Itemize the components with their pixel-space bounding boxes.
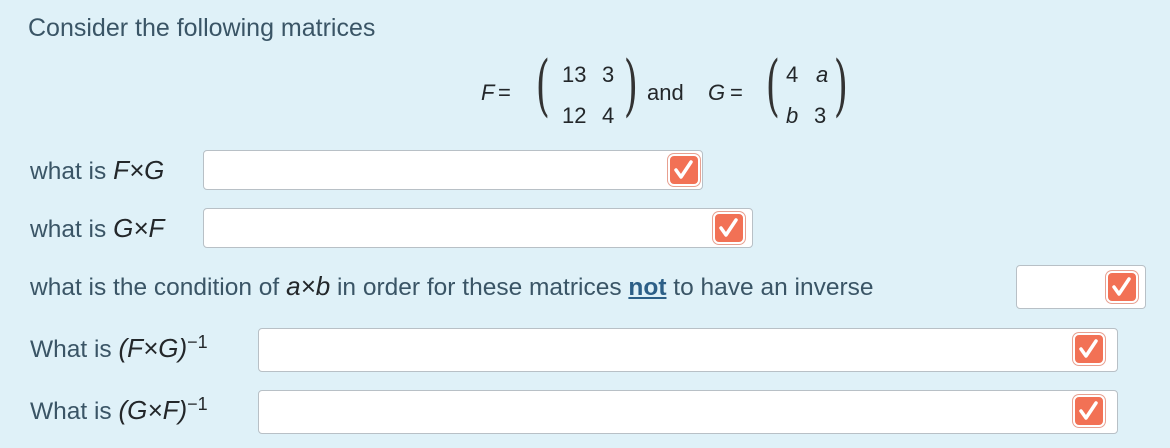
matrix-g-cell-21: b	[786, 103, 799, 128]
checkmark-icon	[1079, 401, 1098, 420]
question-4-label: What is (F×G)−1	[30, 332, 208, 364]
question-1-expr: F×G	[113, 155, 165, 185]
check-button-3[interactable]	[1106, 271, 1138, 303]
question-5-label: What is (G×F)−1	[30, 394, 208, 426]
checkmark-icon	[674, 160, 693, 179]
matrix-f-cell-11: 13	[562, 62, 587, 87]
matrix-g-label: G	[708, 80, 726, 105]
question-5-sup: −1	[187, 394, 208, 414]
matrix-f-left-paren: (	[535, 47, 550, 124]
matrix-g-cell-12: a	[816, 62, 829, 87]
not-emphasis: not	[628, 274, 667, 301]
answer-4-input[interactable]	[258, 328, 1118, 372]
matrix-g-right-paren: )	[833, 47, 848, 124]
matrix-g-left-paren: (	[765, 47, 780, 124]
intro-text: Consider the following matrices	[28, 14, 376, 42]
question-4-expr: (F×G)	[118, 333, 188, 364]
question-2-label: what is G×F	[30, 213, 165, 243]
checkmark-icon	[719, 218, 738, 237]
check-button-1[interactable]	[668, 154, 700, 186]
check-button-5[interactable]	[1073, 395, 1105, 427]
checkmark-icon	[1112, 277, 1131, 296]
matrix-g-equals: =	[730, 80, 743, 105]
checkmark-icon	[1079, 339, 1098, 358]
and-text: and	[647, 80, 684, 105]
matrix-f-cell-22: 4	[602, 103, 615, 128]
question-3-expr: a×b	[286, 271, 331, 301]
matrix-f-equals: =	[498, 80, 511, 105]
answer-2-input[interactable]	[203, 208, 753, 248]
question-3-label: what is the condition of a×b in order fo…	[30, 271, 874, 301]
matrix-f-cell-21: 12	[562, 103, 587, 128]
question-5-expr: (G×F)	[118, 395, 188, 426]
question-1-label: what is F×G	[30, 155, 165, 185]
matrix-f-label: F	[481, 80, 495, 105]
matrix-g-cell-22: 3	[814, 103, 827, 128]
answer-1-input[interactable]	[203, 150, 703, 190]
question-4-sup: −1	[187, 332, 208, 352]
question-2-expr: G×F	[113, 213, 165, 243]
check-button-2[interactable]	[713, 212, 745, 244]
check-button-4[interactable]	[1073, 333, 1105, 365]
matrix-f-right-paren: )	[623, 47, 638, 124]
answer-5-input[interactable]	[258, 390, 1118, 434]
matrix-f-cell-12: 3	[602, 62, 615, 87]
matrix-g-cell-11: 4	[786, 62, 799, 87]
